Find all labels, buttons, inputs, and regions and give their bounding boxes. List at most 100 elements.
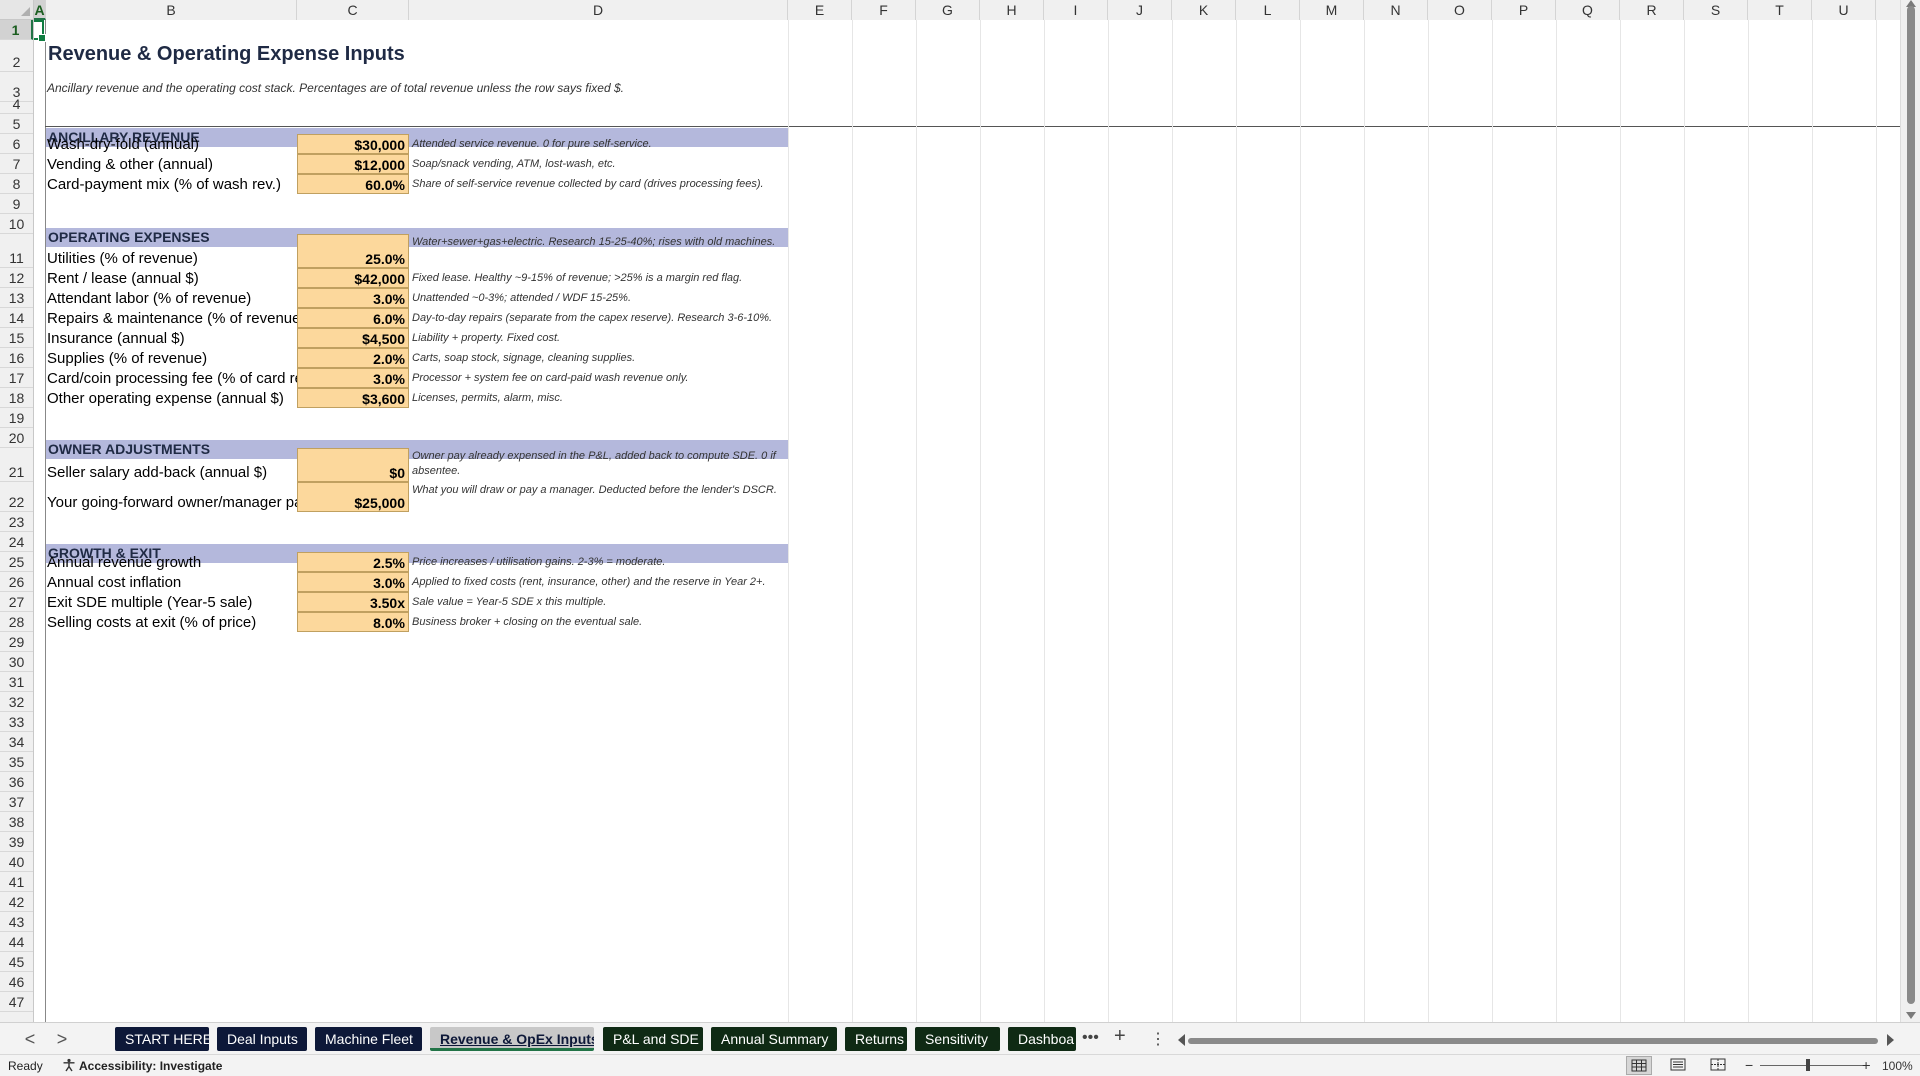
column-header-a[interactable]: A — [34, 0, 46, 20]
column-header-e[interactable]: E — [788, 0, 852, 20]
row-header-28[interactable]: 28 — [0, 612, 33, 632]
input-value-cell[interactable]: $12,000 — [297, 154, 409, 174]
column-header-p[interactable]: P — [1492, 0, 1556, 20]
column-header-m[interactable]: M — [1300, 0, 1364, 20]
row-header-47[interactable]: 47 — [0, 992, 33, 1012]
input-value-cell[interactable]: 3.50x — [297, 592, 409, 612]
input-value-cell[interactable]: $3,600 — [297, 388, 409, 408]
row-header-8[interactable]: 8 — [0, 174, 33, 194]
input-value-cell[interactable]: 2.0% — [297, 348, 409, 368]
tab-pl-and-sde[interactable]: P&L and SDE — [603, 1027, 703, 1051]
scroll-left-icon[interactable] — [1178, 1034, 1185, 1046]
tab-machine-fleet[interactable]: Machine Fleet — [315, 1027, 422, 1051]
row-header-11[interactable]: 11 — [0, 234, 33, 268]
column-header-i[interactable]: I — [1044, 0, 1108, 20]
input-value-cell[interactable]: $4,500 — [297, 328, 409, 348]
row-header-30[interactable]: 30 — [0, 652, 33, 672]
row-header-34[interactable]: 34 — [0, 732, 33, 752]
row-header-46[interactable]: 46 — [0, 972, 33, 992]
row-header-31[interactable]: 31 — [0, 672, 33, 692]
tab-dashboard[interactable]: Dashboa — [1008, 1027, 1076, 1051]
active-cell-a1[interactable] — [34, 20, 46, 42]
row-header-29[interactable]: 29 — [0, 632, 33, 652]
row-header-26[interactable]: 26 — [0, 572, 33, 592]
input-value-cell[interactable]: 6.0% — [297, 308, 409, 328]
row-header-45[interactable]: 45 — [0, 952, 33, 972]
row-header-10[interactable]: 10 — [0, 214, 33, 234]
row-header-16[interactable]: 16 — [0, 348, 33, 368]
row-header-44[interactable]: 44 — [0, 932, 33, 952]
vertical-scroll-thumb[interactable] — [1907, 6, 1915, 1004]
scroll-right-icon[interactable] — [1887, 1034, 1894, 1046]
row-header-35[interactable]: 35 — [0, 752, 33, 772]
column-header-t[interactable]: T — [1748, 0, 1812, 20]
row-header-27[interactable]: 27 — [0, 592, 33, 612]
zoom-level[interactable]: 100% — [1882, 1059, 1913, 1073]
row-header-17[interactable]: 17 — [0, 368, 33, 388]
zoom-slider[interactable] — [1760, 1065, 1870, 1066]
row-header-21[interactable]: 21 — [0, 448, 33, 482]
row-header-32[interactable]: 32 — [0, 692, 33, 712]
row-header-1[interactable]: 1 — [0, 20, 33, 40]
row-header-12[interactable]: 12 — [0, 268, 33, 288]
more-tabs-icon[interactable]: ••• — [1082, 1029, 1099, 1047]
column-header-n[interactable]: N — [1364, 0, 1428, 20]
row-header-33[interactable]: 33 — [0, 712, 33, 732]
row-header-38[interactable]: 38 — [0, 812, 33, 832]
input-value-cell[interactable]: 2.5% — [297, 552, 409, 572]
column-header-r[interactable]: R — [1620, 0, 1684, 20]
row-header-40[interactable]: 40 — [0, 852, 33, 872]
next-sheet-button[interactable]: > — [52, 1029, 72, 1050]
input-value-cell[interactable]: 25.0% — [297, 234, 409, 268]
row-header-36[interactable]: 36 — [0, 772, 33, 792]
accessibility-status[interactable]: Accessibility: Investigate — [79, 1059, 222, 1073]
input-value-cell[interactable]: $42,000 — [297, 268, 409, 288]
column-header-k[interactable]: K — [1172, 0, 1236, 20]
input-value-cell[interactable]: $30,000 — [297, 134, 409, 154]
prev-sheet-button[interactable]: < — [20, 1029, 40, 1050]
column-header-s[interactable]: S — [1684, 0, 1748, 20]
column-header-c[interactable]: C — [297, 0, 409, 20]
accessibility-icon[interactable] — [62, 1058, 76, 1072]
column-header-q[interactable]: Q — [1556, 0, 1620, 20]
column-header-l[interactable]: L — [1236, 0, 1300, 20]
normal-view-button[interactable] — [1626, 1056, 1652, 1075]
row-header-9[interactable]: 9 — [0, 194, 33, 214]
row-header-20[interactable]: 20 — [0, 428, 33, 448]
row-header-18[interactable]: 18 — [0, 388, 33, 408]
vertical-scrollbar[interactable] — [1900, 0, 1920, 1022]
row-header-5[interactable]: 5 — [0, 114, 33, 134]
tab-returns[interactable]: Returns — [845, 1027, 907, 1051]
row-header-19[interactable]: 19 — [0, 408, 33, 428]
tab-deal-inputs[interactable]: Deal Inputs — [217, 1027, 307, 1051]
row-header-23[interactable]: 23 — [0, 512, 33, 532]
horizontal-scrollbar[interactable] — [1178, 1029, 1894, 1049]
scroll-down-icon[interactable] — [1906, 1012, 1916, 1019]
row-header-4[interactable]: 4 — [0, 96, 33, 114]
row-header-7[interactable]: 7 — [0, 154, 33, 174]
input-value-cell[interactable]: 3.0% — [297, 572, 409, 592]
zoom-in-button[interactable]: + — [1862, 1057, 1870, 1073]
cell-grid[interactable]: Revenue & Operating Expense Inputs Ancil… — [34, 20, 1900, 1022]
row-header-25[interactable]: 25 — [0, 552, 33, 572]
column-header-u[interactable]: U — [1812, 0, 1876, 20]
add-sheet-button[interactable]: + — [1114, 1025, 1126, 1048]
row-header-39[interactable]: 39 — [0, 832, 33, 852]
row-header-15[interactable]: 15 — [0, 328, 33, 348]
sheet-menu-icon[interactable]: ⋮ — [1150, 1029, 1166, 1049]
row-header-22[interactable]: 22 — [0, 482, 33, 512]
page-break-view-button[interactable] — [1706, 1056, 1732, 1075]
select-all-corner[interactable] — [0, 0, 34, 20]
column-header-j[interactable]: J — [1108, 0, 1172, 20]
row-header-37[interactable]: 37 — [0, 792, 33, 812]
input-value-cell[interactable]: $0 — [297, 448, 409, 482]
column-header-o[interactable]: O — [1428, 0, 1492, 20]
row-header-41[interactable]: 41 — [0, 872, 33, 892]
horizontal-scroll-thumb[interactable] — [1188, 1038, 1878, 1044]
input-value-cell[interactable]: 3.0% — [297, 368, 409, 388]
zoom-slider-thumb[interactable] — [1806, 1059, 1810, 1071]
tab-annual-summary[interactable]: Annual Summary — [711, 1027, 837, 1051]
column-header-g[interactable]: G — [916, 0, 980, 20]
column-header-f[interactable]: F — [852, 0, 916, 20]
input-value-cell[interactable]: 60.0% — [297, 174, 409, 194]
